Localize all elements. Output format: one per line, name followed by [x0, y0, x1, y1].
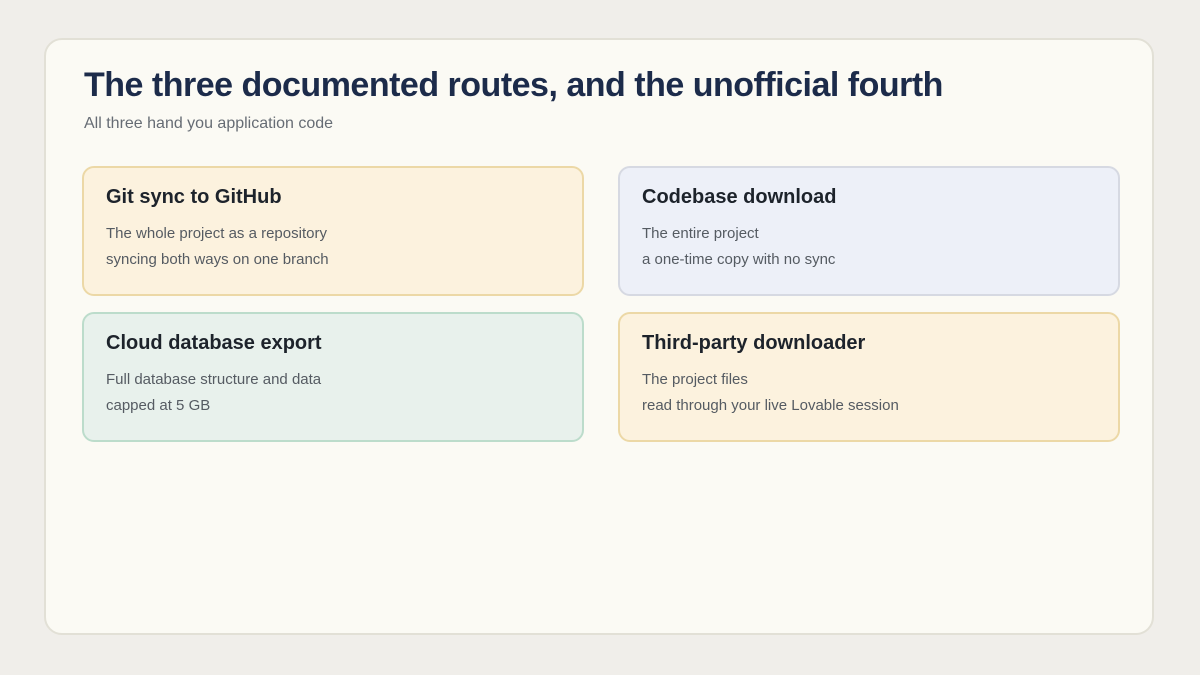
card-line: Full database structure and data	[106, 371, 322, 388]
card-title: Third-party downloader	[642, 332, 866, 354]
route-card-cloud-database-export: Cloud database export Full database stru…	[82, 312, 584, 442]
card-title: Git sync to GitHub	[106, 186, 282, 208]
route-card-codebase-download: Codebase download The entire project a o…	[618, 166, 1120, 296]
route-card-third-party-downloader: Third-party downloader The project files…	[618, 312, 1120, 442]
slide-panel: The three documented routes, and the uno…	[44, 38, 1154, 635]
card-line: syncing both ways on one branch	[106, 251, 329, 268]
card-line: read through your live Lovable session	[642, 397, 899, 414]
route-card-git-sync: Git sync to GitHub The whole project as …	[82, 166, 584, 296]
card-line: The project files	[642, 371, 748, 388]
slide-title: The three documented routes, and the uno…	[84, 66, 943, 104]
card-line: The entire project	[642, 225, 759, 242]
card-line: a one-time copy with no sync	[642, 251, 836, 268]
slide-subtitle: All three hand you application code	[84, 115, 334, 132]
card-line: The whole project as a repository	[106, 225, 327, 242]
card-title: Codebase download	[642, 186, 837, 208]
card-title: Cloud database export	[106, 332, 322, 354]
card-line: capped at 5 GB	[106, 397, 211, 414]
